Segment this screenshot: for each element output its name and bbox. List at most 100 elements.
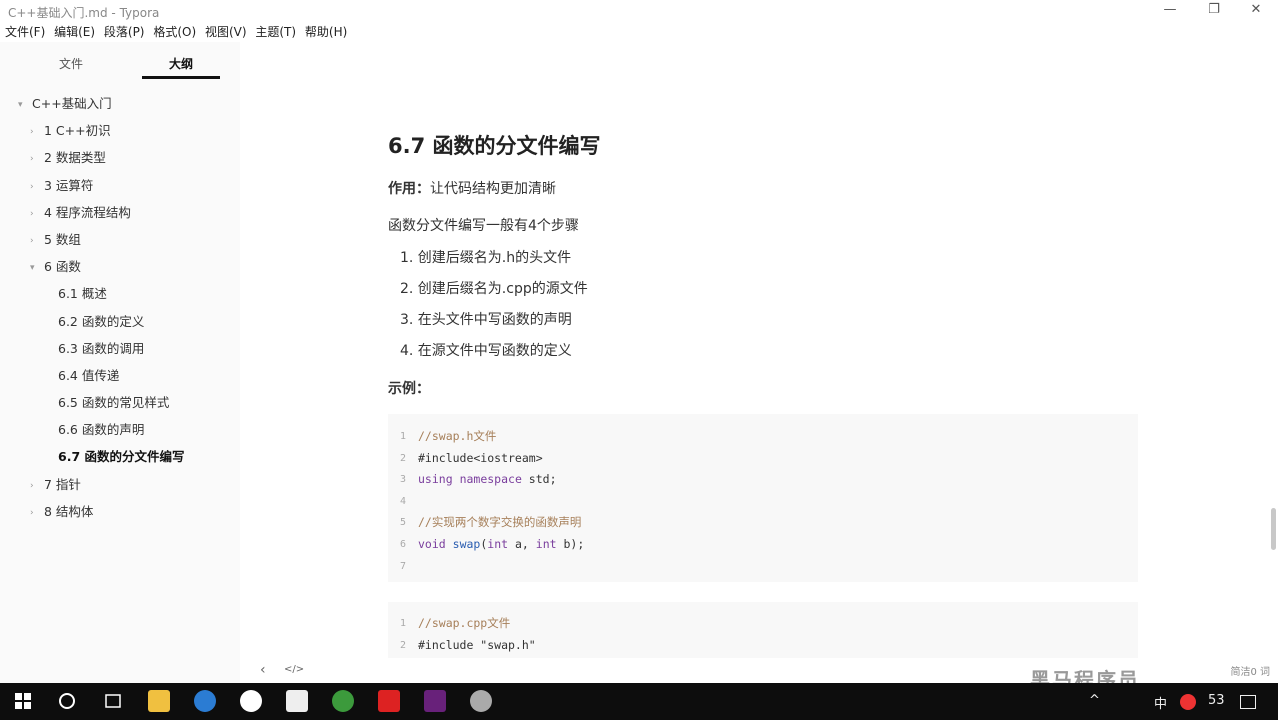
outline-item[interactable]: ▾ C++基础入门 [0,94,240,121]
outline-item[interactable]: › 8 结构体 [0,502,240,529]
outline-item[interactable]: › 4 程序流程结构 [0,203,240,230]
chevron-right-icon[interactable]: › [30,177,40,197]
word-count[interactable]: 简洁0 词 [1230,663,1270,678]
outline-item[interactable]: 6.5 函数的常见样式 [0,393,240,420]
file-explorer-icon[interactable] [148,690,170,712]
outline-item[interactable]: 6.2 函数的定义 [0,312,240,339]
chevron-down-icon[interactable]: ▾ [18,95,28,115]
task-view-button[interactable] [102,690,124,712]
outline-item-label: 6.1 概述 [58,286,107,302]
chevron-down-icon[interactable]: ▾ [30,258,40,278]
tab-outline[interactable]: 大纲 [142,52,220,79]
tab-files[interactable]: 文件 [32,52,110,76]
outline-item-label: 3 运算符 [44,177,94,193]
green-app-icon[interactable] [332,690,354,712]
outline-item[interactable]: 6.4 值传递 [0,366,240,393]
minimize-button[interactable]: — [1148,2,1192,20]
line-number: 6 [399,538,406,550]
ime-indicator[interactable]: 中 [1154,693,1167,712]
code-line[interactable]: 2 #include<iostream> [388,448,1138,470]
menu-view[interactable]: 视图(V) [205,22,247,42]
code-text: #include<iostream> [418,450,543,465]
line-number: 5 [399,517,406,529]
list-item: 4. 在源文件中写函数的定义 [400,343,572,359]
code-block-source[interactable]: 1 //swap.cpp文件 2 #include "swap.h" [388,602,1138,658]
chevron-right-icon[interactable]: › [30,204,40,224]
steps-intro: 函数分文件编写一般有4个步骤 [388,218,579,234]
code-text: //swap.cpp文件 [418,616,511,630]
chevron-right-icon[interactable]: › [30,503,40,523]
line-number: 1 [399,431,406,442]
code-line[interactable]: 1 //swap.cpp文件 [388,613,1138,635]
line-number: 7 [399,560,406,572]
code-text: void swap(int a, int b); [418,536,585,551]
scrollbar[interactable] [1271,508,1276,550]
menu-paragraph[interactable]: 段落(P) [104,22,145,42]
line-number: 4 [399,495,406,507]
menu-help[interactable]: 帮助(H) [305,22,347,42]
outline-item-label: 6.3 函数的调用 [58,340,145,356]
outline-item-label: 6 函数 [44,259,81,275]
start-button[interactable] [12,690,34,712]
code-block-header[interactable]: 1 //swap.h文件 2 #include<iostream> 3 using nam… [388,414,1138,582]
sidebar: 文件 大纲 ▾ C++基础入门 › 1 C++初识 › 2 数据类型 › 3 运算符 › 4 程序… [0,42,240,683]
line-number: 2 [399,452,406,464]
outline-item-label: 6.2 函数的定义 [58,313,145,329]
chevron-right-icon[interactable]: › [30,231,40,251]
menu-file[interactable]: 文件(F) [5,22,45,42]
toggle-sidebar-button[interactable]: ‹ [260,662,266,678]
purpose-label: 作用： [388,181,430,197]
line-number: 2 [399,639,406,651]
bird-app-icon[interactable] [470,690,492,712]
network-app-icon[interactable] [240,690,262,712]
outline-item-label: 7 指针 [44,476,81,492]
chevron-right-icon[interactable]: › [30,476,40,496]
source-mode-button[interactable]: </> [284,664,304,675]
outline-item-label: 4 程序流程结构 [44,204,131,220]
line-number: 3 [399,474,406,486]
tray-expand-icon[interactable]: ^ [1089,693,1100,708]
cortana-icon [59,693,75,709]
search-button[interactable] [56,690,78,712]
window-title: C++基础入门.md - Typora [8,6,160,20]
outline-item-label: C++基础入门 [32,96,112,111]
menu-theme[interactable]: 主题(T) [255,22,296,42]
section-heading: 6.7 函数的分文件编写 [388,134,601,158]
list-item: 3. 在头文件中写函数的声明 [400,312,572,328]
xmind-icon[interactable] [378,690,400,712]
visual-studio-icon[interactable] [424,690,446,712]
chevron-right-icon[interactable]: › [30,149,40,169]
code-line[interactable]: 4 [388,491,1138,513]
code-line[interactable]: 6 void swap(int a, int b); [388,534,1138,556]
code-line[interactable]: 3 using namespace std; [388,469,1138,491]
outline-item[interactable]: › 1 C++初识 [0,121,240,148]
maximize-button[interactable]: ❐ [1192,2,1236,20]
editor[interactable]: 6.7 函数的分文件编写 作用：让代码结构更加清晰 函数分文件编写一般有4个步骤… [240,42,1278,683]
line-number: 1 [399,618,406,629]
code-text: //实现两个数字交换的函数声明 [418,515,582,530]
outline-item[interactable]: › 2 数据类型 [0,148,240,175]
notification-icon[interactable] [1240,695,1256,709]
outline-item[interactable]: 6.3 函数的调用 [0,339,240,366]
taskbar: ^ 中 53 [0,683,1278,720]
outline-list: ▾ C++基础入门 › 1 C++初识 › 2 数据类型 › 3 运算符 › 4 程序流程结构 › 5… [0,94,240,529]
typora-icon[interactable] [286,690,308,712]
chevron-right-icon[interactable]: › [30,122,40,142]
outline-item[interactable]: 6.7 函数的分文件编写 [0,447,240,474]
close-button[interactable]: ✕ [1234,2,1278,20]
code-line[interactable]: 2 #include "swap.h" [388,635,1138,657]
edge-icon[interactable] [194,690,216,712]
outline-item[interactable]: ▾ 6 函数 [0,257,240,284]
code-line[interactable]: 7 [388,556,1138,578]
outline-item[interactable]: › 3 运算符 [0,176,240,203]
outline-item[interactable]: › 5 数组 [0,230,240,257]
outline-item[interactable]: 6.1 概述 [0,284,240,311]
outline-item[interactable]: › 7 指针 [0,475,240,502]
outline-item[interactable]: 6.6 函数的声明 [0,420,240,447]
code-line[interactable]: 1 //swap.h文件 [388,426,1138,448]
menu-edit[interactable]: 编辑(E) [54,22,95,42]
list-item: 2. 创建后缀名为.cpp的源文件 [400,281,588,297]
antivirus-icon[interactable] [1180,694,1196,710]
code-line[interactable]: 5 //实现两个数字交换的函数声明 [388,512,1138,534]
menu-format[interactable]: 格式(O) [153,22,196,42]
